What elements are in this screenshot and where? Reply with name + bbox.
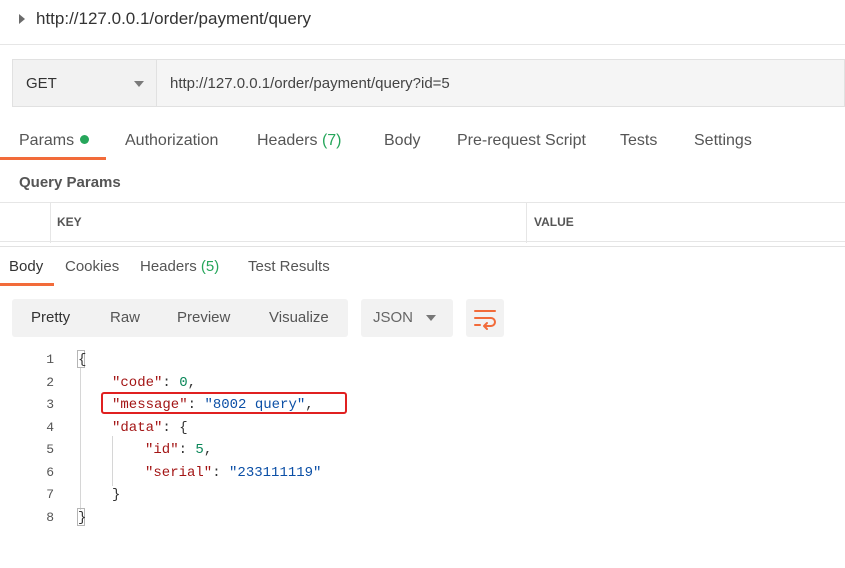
highlight-annotation-box [101,392,347,414]
indent-guide [112,436,113,486]
method-label: GET [26,75,57,92]
response-tab-headers[interactable]: Headers (5) [140,258,219,275]
tab-headers-count: (7) [321,132,342,149]
tab-params-label: Params [19,132,75,149]
tab-tests[interactable]: Tests [620,132,657,150]
response-body-viewer[interactable]: 1 2 3 4 5 6 7 8 { "code": 0, "message": … [0,346,845,536]
response-tab-headers-count: (5) [200,258,220,275]
column-divider[interactable] [526,203,527,243]
params-active-dot [80,135,90,144]
column-header-value: VALUE [534,215,574,229]
request-bar: GET http://127.0.0.1/order/payment/query… [12,59,845,107]
line-number: 6 [46,465,54,480]
json-close-brace: } [78,510,87,526]
request-title-bar: http://127.0.0.1/order/payment/query [0,0,845,45]
response-tab-cookies[interactable]: Cookies [65,258,119,275]
tab-headers[interactable]: Headers (7) [257,132,342,150]
response-tab-headers-label: Headers [140,258,197,275]
wrap-lines-icon [474,310,496,330]
json-key: "serial" [145,465,213,481]
response-tab-test-results[interactable]: Test Results [248,258,330,275]
json-colon: : [178,442,196,458]
json-close-brace: } [112,487,121,503]
view-raw-button[interactable]: Raw [110,309,140,326]
json-colon: : [212,465,230,481]
json-number: 5 [195,442,204,458]
tab-authorization[interactable]: Authorization [125,132,218,150]
indent-guide [80,368,81,510]
view-visualize-button[interactable]: Visualize [269,309,329,326]
json-key: "id" [145,442,179,458]
line-number: 4 [46,420,54,435]
json-colon: : [162,420,180,436]
tab-pre-request-script[interactable]: Pre-request Script [457,132,586,150]
wrap-lines-button[interactable] [466,299,504,337]
json-line-serial: "serial": "233111119" [145,465,321,481]
format-select[interactable]: JSON [361,299,453,337]
response-tab-body-underline [0,283,54,286]
json-line-code: "code": 0, [112,375,196,391]
view-pretty-button[interactable]: Pretty [31,309,70,326]
tab-params[interactable]: Params [19,132,90,150]
chevron-down-icon [134,81,144,87]
line-number: 1 [46,352,54,367]
tab-settings[interactable]: Settings [694,132,752,150]
json-string: "233111119" [229,465,322,481]
url-input[interactable]: http://127.0.0.1/order/payment/query?id=… [156,59,845,107]
line-number: 5 [46,442,54,457]
chevron-down-icon [426,315,436,321]
json-comma: , [203,442,213,458]
json-colon: : [162,375,180,391]
view-preview-button[interactable]: Preview [177,309,230,326]
response-pane-divider[interactable] [0,246,845,247]
json-number: 0 [179,375,188,391]
json-line-id: "id": 5, [145,442,212,458]
json-line-data: "data": { [112,420,188,436]
request-title[interactable]: http://127.0.0.1/order/payment/query [36,9,311,29]
method-select[interactable]: GET [12,59,156,107]
tab-body[interactable]: Body [384,132,420,150]
json-key: "code" [112,375,163,391]
line-number: 7 [46,487,54,502]
caret-right-icon[interactable] [19,14,25,24]
tab-headers-label: Headers [257,132,318,149]
url-value: http://127.0.0.1/order/payment/query?id=… [170,75,450,92]
query-params-label: Query Params [19,174,121,191]
view-mode-group: Pretty Raw Preview Visualize [12,299,348,337]
column-header-key: KEY [57,215,82,229]
line-number: 2 [46,375,54,390]
json-key: "data" [112,420,163,436]
line-number: 8 [46,510,54,525]
column-divider [50,203,51,243]
json-open-brace: { [78,352,87,368]
format-label: JSON [373,309,414,326]
json-open-brace: { [179,420,188,436]
query-params-table: KEY VALUE [0,202,845,243]
response-tab-body[interactable]: Body [9,258,43,275]
json-comma: , [187,375,197,391]
tab-params-underline [0,157,106,160]
line-number: 3 [46,397,54,412]
